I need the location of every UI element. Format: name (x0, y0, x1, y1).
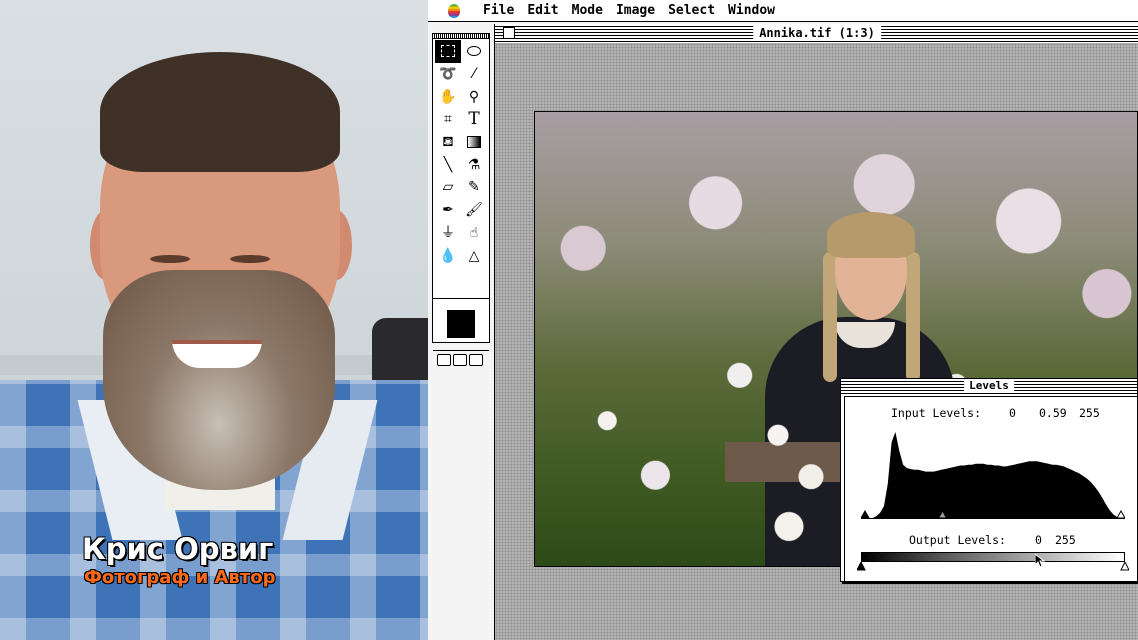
input-levels-row: Input Levels: 0 0.59 255 (891, 406, 1131, 422)
presenter-smile (172, 340, 262, 368)
blur-icon[interactable]: 💧 (435, 244, 461, 267)
foreground-color-swatch[interactable] (447, 310, 475, 338)
histogram-shape (861, 432, 1125, 518)
toolbox-divider (433, 350, 489, 351)
screen-mode-standard-icon[interactable] (437, 354, 451, 366)
menu-mode[interactable]: Mode (572, 3, 603, 18)
menu-window[interactable]: Window (728, 3, 775, 18)
sharpen-icon[interactable]: △ (461, 244, 487, 267)
output-white-slider[interactable] (1120, 562, 1129, 571)
levels-histogram (861, 432, 1125, 519)
presenter-name-caption: Крис Орвиг (82, 532, 274, 566)
output-black-slider[interactable] (857, 562, 866, 571)
rubber-stamp-icon[interactable]: ⏚ (435, 222, 461, 245)
input-black-field[interactable]: 0 (1009, 406, 1016, 420)
girl-hair (827, 212, 915, 258)
tool-grid: ➰ ⁄ ✋ ⚲ ⌗ T ⛾ ╲ ⚗ ▱ ✎ ✒ 🖌 ⏚ ☝ 💧 △ (435, 40, 487, 267)
document-title-bar[interactable]: Annika.tif (1:3) (495, 24, 1138, 42)
mouse-pointer-icon (1035, 554, 1045, 568)
foreground-flowers (745, 402, 855, 566)
mac-desktop: File Edit Mode Image Select Window Annik… (428, 0, 1138, 640)
airbrush-icon[interactable]: ✒ (435, 199, 461, 222)
menu-edit[interactable]: Edit (527, 3, 558, 18)
type-icon[interactable]: T (461, 108, 487, 131)
marquee-rect-icon[interactable] (435, 40, 461, 63)
magic-wand-icon[interactable]: ⁄ (461, 63, 487, 86)
screen-mode-buttons (437, 354, 483, 366)
levels-title: Levels (964, 379, 1014, 393)
output-levels-label: Output Levels: (909, 533, 1006, 547)
lasso-icon[interactable]: ➰ (435, 63, 461, 86)
apple-rainbow-icon (448, 3, 460, 18)
screen-mode-full-icon[interactable] (469, 354, 483, 366)
output-slider-track (857, 562, 1129, 571)
crop-icon[interactable]: ⌗ (435, 108, 461, 131)
menu-bar: File Edit Mode Image Select Window (428, 0, 1138, 22)
output-black-field[interactable]: 0 (1035, 533, 1042, 547)
eye-right (230, 255, 270, 263)
smudge-icon[interactable]: ☝ (461, 222, 487, 245)
levels-body: Input Levels: 0 0.59 255 Output Levels: … (844, 396, 1138, 582)
braid-right (906, 252, 920, 382)
presenter-hair (100, 52, 340, 172)
input-black-slider[interactable] (861, 509, 870, 519)
output-white-field[interactable]: 255 (1055, 533, 1076, 547)
eye-left (150, 255, 190, 263)
webcam-panel: Крис Орвиг Фотограф и Автор (0, 0, 428, 640)
levels-dialog: Levels Input Levels: 0 0.59 255 Output L… (840, 378, 1138, 582)
input-gamma-field[interactable]: 0.59 (1039, 406, 1067, 420)
eyedropper-icon[interactable]: ⚗ (461, 153, 487, 176)
line-icon[interactable]: ╲ (435, 153, 461, 176)
menu-image[interactable]: Image (616, 3, 655, 18)
gradient-icon[interactable] (461, 131, 487, 154)
presenter-beard (103, 270, 335, 490)
marquee-ellipse-icon[interactable] (461, 40, 487, 63)
apple-menu[interactable] (444, 0, 470, 22)
input-white-slider[interactable] (1116, 509, 1125, 519)
levels-title-bar[interactable]: Levels (841, 379, 1137, 394)
close-box-icon[interactable] (503, 27, 515, 39)
pencil-icon[interactable]: ✎ (461, 176, 487, 199)
input-levels-label: Input Levels: (891, 406, 982, 420)
menu-select[interactable]: Select (668, 3, 715, 18)
toolbox-palette: ➰ ⁄ ✋ ⚲ ⌗ T ⛾ ╲ ⚗ ▱ ✎ ✒ 🖌 ⏚ ☝ 💧 △ (432, 33, 490, 366)
eraser-icon[interactable]: ▱ (435, 176, 461, 199)
output-levels-row: Output Levels: 0 255 (909, 533, 1109, 549)
output-gradient-bar (861, 552, 1125, 562)
toolbox-drag-bar[interactable] (433, 34, 489, 39)
document-title: Annika.tif (1:3) (753, 25, 881, 41)
zoom-icon[interactable]: ⚲ (461, 85, 487, 108)
paint-bucket-icon[interactable]: ⛾ (435, 131, 461, 154)
input-white-field[interactable]: 255 (1079, 406, 1100, 420)
paintbrush-icon[interactable]: 🖌 (461, 199, 487, 222)
presenter-role-caption: Фотограф и Автор (84, 567, 276, 588)
toolbox-divider (433, 298, 489, 299)
menu-file[interactable]: File (483, 3, 514, 18)
hand-icon[interactable]: ✋ (435, 85, 461, 108)
screen-mode-full-menu-icon[interactable] (453, 354, 467, 366)
